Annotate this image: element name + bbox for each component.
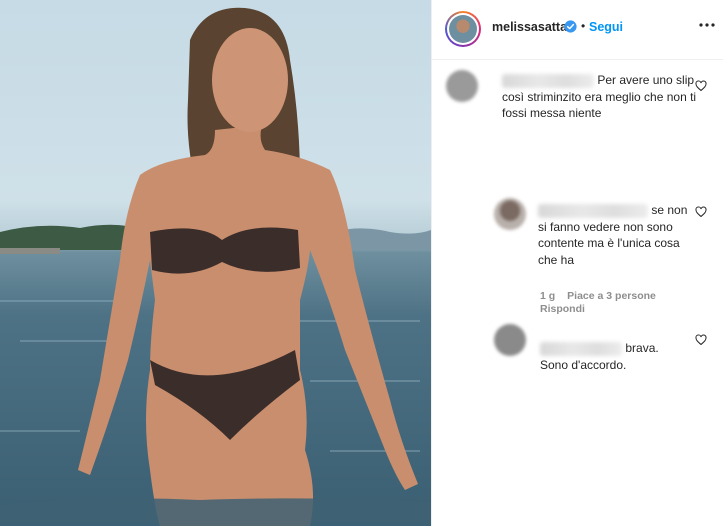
comment-likes[interactable]: Piace a 3 persone <box>567 290 656 302</box>
verified-badge-icon <box>564 20 577 33</box>
figure-body <box>78 125 418 526</box>
post-sidebar: melissasatta • Segui Per avere uno slip … <box>431 0 723 526</box>
header-separator: • <box>581 19 586 33</box>
comment-item: Per avere uno slip così striminzito era … <box>432 62 723 132</box>
comment-username-blurred[interactable] <box>538 203 648 218</box>
comment-time[interactable]: 1 g <box>540 290 555 302</box>
username-link[interactable]: melissasatta <box>492 20 567 34</box>
comment-meta: 1 g Piace a 3 persone <box>540 290 668 302</box>
avatar[interactable] <box>445 11 481 47</box>
post-photo[interactable] <box>0 0 431 526</box>
face <box>212 28 288 132</box>
comment-item: brava. Sono d'accordo. <box>432 322 723 392</box>
comment-item: se non si fanno vedere non sono contente… <box>432 192 723 322</box>
reply-button[interactable]: Rispondi <box>540 303 585 315</box>
water-front <box>0 498 431 526</box>
heart-outline-icon[interactable] <box>695 80 707 92</box>
heart-outline-icon[interactable] <box>695 334 707 346</box>
post-photo-art <box>0 7 431 526</box>
more-options-icon[interactable] <box>697 18 717 32</box>
heart-outline-icon[interactable] <box>695 206 707 218</box>
comment-avatar[interactable] <box>494 324 526 356</box>
comment-avatar[interactable] <box>446 70 478 102</box>
comment-avatar[interactable] <box>494 198 526 230</box>
boat <box>0 248 60 254</box>
comment-username-blurred[interactable] <box>540 341 622 356</box>
post-header: melissasatta • Segui <box>432 0 723 60</box>
follow-button[interactable]: Segui <box>589 20 623 34</box>
comment-username-blurred[interactable] <box>502 73 594 88</box>
